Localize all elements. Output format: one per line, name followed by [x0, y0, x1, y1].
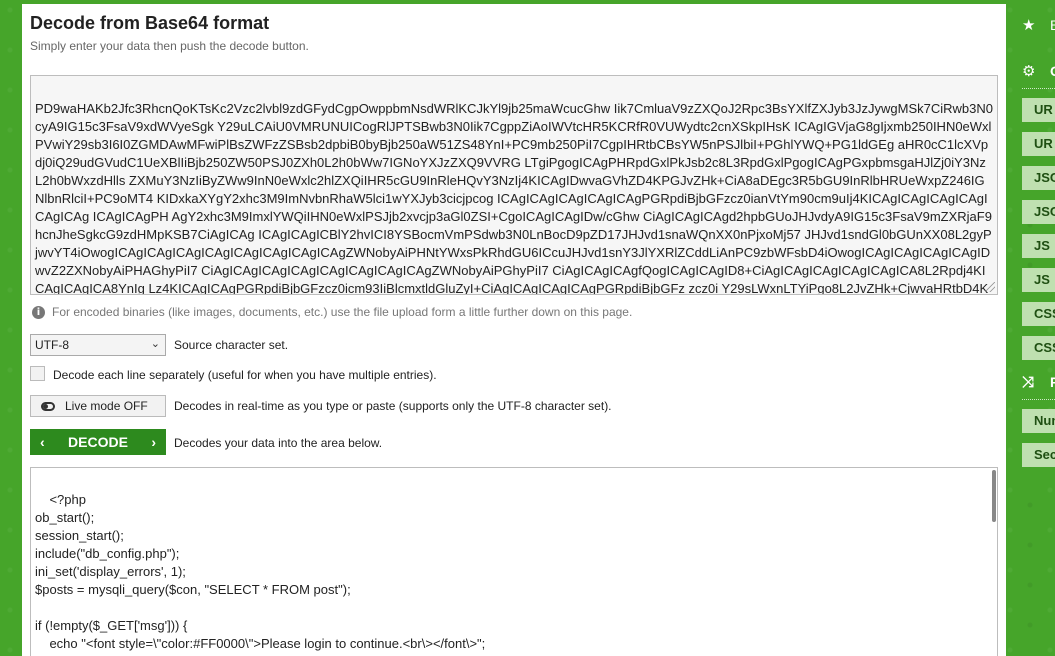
live-mode-button[interactable]: Live mode OFF	[30, 395, 166, 417]
decode-label: Decodes your data into the area below.	[174, 436, 383, 450]
toggle-off-icon	[41, 401, 55, 411]
decoded-output-textarea[interactable]: <?php ob_start(); session_start(); inclu…	[30, 467, 998, 656]
sidebar-section-other: ⚙ O	[1022, 62, 1055, 80]
info-text: For encoded binaries (like images, docum…	[52, 305, 633, 319]
resize-grip-icon[interactable]	[985, 282, 995, 292]
page-subtitle: Simply enter your data then push the dec…	[30, 39, 309, 53]
sidebar-button[interactable]: Num	[1022, 409, 1055, 433]
info-icon: i	[32, 305, 45, 319]
page-title: Decode from Base64 format	[30, 13, 270, 33]
info-note: i For encoded binaries (like images, doc…	[32, 305, 632, 319]
encoded-input-text: PD9waHAKb2Jfc3RhcnQoKTsKc2Vzc2lvbl9zdGFy…	[35, 101, 994, 295]
sidebar-button[interactable]: JS	[1022, 268, 1055, 292]
charset-select[interactable]: UTF-8 ⌄	[30, 334, 166, 356]
decoded-output-text: <?php ob_start(); session_start(); inclu…	[35, 492, 486, 656]
sidebar-button[interactable]: CSS	[1022, 302, 1055, 326]
sidebar-button[interactable]: CSS	[1022, 336, 1055, 360]
sidebar-button[interactable]: JSO	[1022, 200, 1055, 224]
sidebar-divider	[1022, 88, 1055, 89]
shuffle-icon: ⤨	[1022, 373, 1035, 391]
sidebar-button[interactable]: JSO	[1022, 166, 1055, 190]
chevron-left-icon: ‹	[40, 434, 45, 450]
sidebar-section-label: B	[1050, 17, 1055, 33]
sidebar-section-bookmarks[interactable]: ★ B	[1022, 16, 1055, 34]
sidebar-section-label: O	[1050, 63, 1055, 79]
live-mode-label: Decodes in real-time as you type or past…	[174, 399, 612, 413]
chevron-down-icon: ⌄	[150, 338, 160, 350]
sidebar: ★ B ⚙ O UR UR JSO JSO JS JS CSS CSS ⤨ P …	[1006, 0, 1055, 656]
sidebar-button[interactable]: Sec	[1022, 443, 1055, 467]
charset-label: Source character set.	[174, 338, 289, 352]
sidebar-section-popular: ⤨ P	[1022, 373, 1055, 391]
each-line-label: Decode each line separately (useful for …	[53, 368, 437, 382]
encoded-input-textarea[interactable]: PD9waHAKb2Jfc3RhcnQoKTsKc2Vzc2lvbl9zdGFy…	[30, 75, 998, 295]
each-line-checkbox[interactable]	[30, 366, 45, 381]
gear-icon: ⚙	[1022, 62, 1036, 80]
decode-button[interactable]: ‹ DECODE ›	[30, 429, 166, 455]
chevron-right-icon: ›	[151, 434, 156, 450]
decode-button-label: DECODE	[68, 434, 128, 450]
sidebar-button[interactable]: UR	[1022, 98, 1055, 122]
star-icon: ★	[1022, 16, 1036, 34]
sidebar-button[interactable]: UR	[1022, 132, 1055, 156]
main-panel: Decode from Base64 format Simply enter y…	[22, 4, 1006, 656]
output-scrollbar[interactable]	[992, 470, 996, 522]
live-mode-button-label: Live mode OFF	[65, 399, 148, 413]
sidebar-button[interactable]: JS	[1022, 234, 1055, 258]
sidebar-divider	[1022, 399, 1055, 400]
charset-selected-value: UTF-8	[35, 338, 69, 352]
sidebar-section-label: P	[1050, 374, 1055, 390]
